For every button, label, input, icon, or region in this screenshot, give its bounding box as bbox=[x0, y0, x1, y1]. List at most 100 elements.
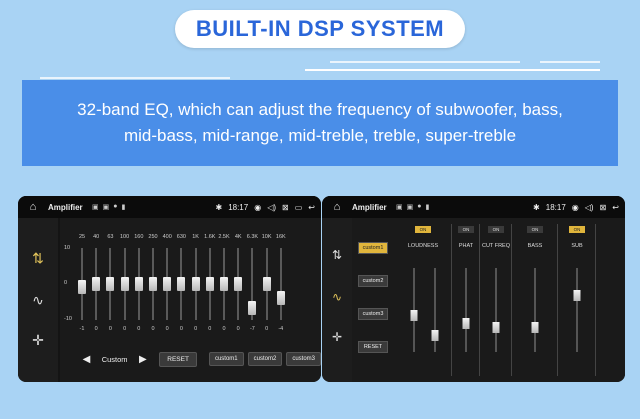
toggle-on-button[interactable]: ON bbox=[527, 226, 543, 233]
waveform-icon[interactable]: ∿ bbox=[28, 290, 48, 310]
scale-label: 0 bbox=[64, 280, 68, 286]
band-slider-knob[interactable] bbox=[106, 277, 115, 291]
volume-icon[interactable]: ◁) bbox=[267, 203, 276, 212]
band-value-label: -4 bbox=[278, 326, 284, 332]
band-value-label: 0 bbox=[151, 326, 155, 332]
band-frequency-label: 2.5K bbox=[218, 234, 230, 240]
bluetooth-icon: ✱ bbox=[215, 202, 223, 212]
custom2-button[interactable]: custom2 bbox=[358, 275, 388, 287]
band-slider-knob[interactable] bbox=[248, 300, 257, 315]
volume-icon[interactable]: ◁) bbox=[585, 203, 594, 212]
band-slider-knob[interactable] bbox=[177, 277, 186, 291]
column-label: SUB bbox=[571, 243, 583, 249]
band-value-label: 0 bbox=[236, 326, 240, 332]
custom3-button[interactable]: custom3 bbox=[286, 352, 321, 366]
feature-banner: 32-band EQ, which can adjust the frequen… bbox=[22, 80, 618, 166]
band-slider-knob[interactable] bbox=[234, 277, 243, 291]
status-bar: ⌂ Amplifier ▣ ▣ ● ▮ ✱ 18:17 ◉ ◁) ⊠ ↩ bbox=[322, 196, 625, 218]
band-slider-knob[interactable] bbox=[120, 277, 129, 291]
band-value-label: 0 bbox=[194, 326, 198, 332]
app-title: Amplifier bbox=[48, 202, 83, 212]
band-slider-knob[interactable] bbox=[220, 277, 228, 291]
band-slider-knob[interactable] bbox=[191, 277, 200, 291]
control-slider-knob[interactable] bbox=[431, 330, 439, 341]
band-frequency-label: 4K bbox=[234, 234, 242, 240]
toggle-on-button[interactable]: ON bbox=[415, 226, 431, 233]
band-value-label: 0 bbox=[123, 326, 127, 332]
control-slider-knob[interactable] bbox=[573, 290, 581, 301]
control-slider-track[interactable] bbox=[576, 268, 578, 352]
band-slider-knob[interactable] bbox=[276, 290, 285, 305]
preset-name: Custom bbox=[101, 354, 128, 364]
speaker-balance-icon[interactable]: ✛ bbox=[328, 330, 346, 348]
toggle-on-button[interactable]: ON bbox=[458, 226, 474, 233]
home-icon[interactable]: ⌂ bbox=[322, 201, 352, 213]
band-slider-knob[interactable] bbox=[134, 277, 143, 291]
reset-button[interactable]: RESET bbox=[358, 341, 388, 353]
next-preset-button[interactable]: ▶ bbox=[136, 354, 149, 365]
band-value-label: 0 bbox=[179, 326, 183, 332]
band-frequency-label: 1K bbox=[192, 234, 199, 240]
window-icon[interactable]: ▭ bbox=[295, 203, 303, 212]
equalizer-icon[interactable]: ⇅ bbox=[28, 248, 48, 268]
band-value-label: 0 bbox=[108, 326, 112, 332]
prev-preset-button[interactable]: ◀ bbox=[80, 354, 93, 365]
band-value-label: 0 bbox=[165, 326, 169, 332]
preset-row: ◀ Custom ▶ RESET custom1 custom2 custom3 bbox=[60, 346, 321, 372]
back-icon[interactable]: ↩ bbox=[308, 203, 315, 212]
toggle-on-button[interactable]: ON bbox=[488, 226, 504, 233]
banner-line-1: 32-band EQ, which can adjust the frequen… bbox=[77, 100, 563, 119]
band-value-label: 0 bbox=[265, 326, 269, 332]
app-title: Amplifier bbox=[352, 202, 387, 212]
close-box-icon[interactable]: ⊠ bbox=[600, 203, 607, 212]
band-frequency-label: 400 bbox=[162, 234, 172, 240]
amplifier-screen: ⌂ Amplifier ▣ ▣ ● ▮ ✱ 18:17 ◉ ◁) ⊠ ↩ ⇅ ∿ ✛ … bbox=[322, 196, 625, 382]
band-frequency-label: 160 bbox=[134, 234, 144, 240]
control-slider-knob[interactable] bbox=[462, 318, 470, 329]
band-value-label: -1 bbox=[79, 326, 85, 332]
home-icon[interactable]: ⌂ bbox=[18, 201, 48, 213]
bluetooth-icon: ✱ bbox=[533, 202, 540, 212]
band-slider-knob[interactable] bbox=[92, 277, 101, 291]
status-bar: ⌂ Amplifier ▣ ▣ ● ▮ ✱ 18:17 ◉ ◁) ⊠ ▭ ↩ bbox=[18, 196, 321, 218]
camera-icon[interactable]: ◉ bbox=[254, 203, 261, 212]
toggle-on-button[interactable]: ON bbox=[569, 226, 585, 233]
band-value-label: 0 bbox=[137, 326, 141, 332]
band-slider-knob[interactable] bbox=[262, 277, 271, 291]
close-box-icon[interactable]: ⊠ bbox=[282, 203, 289, 212]
control-slider-knob[interactable] bbox=[531, 322, 539, 333]
time: 18:17 bbox=[228, 202, 249, 212]
back-icon[interactable]: ↩ bbox=[612, 203, 619, 212]
band-frequency-label: 100 bbox=[120, 234, 130, 240]
control-slider-track[interactable] bbox=[495, 268, 497, 352]
band-value-label: 0 bbox=[208, 326, 212, 332]
waveform-icon[interactable]: ∿ bbox=[328, 290, 346, 308]
sidebar: ⇅ ∿ ✛ bbox=[18, 218, 58, 382]
amplifier-controls: ON LOUDNESS ON PHAT ON CUT FREQ ON BASS ON SUB bbox=[394, 218, 625, 382]
camera-icon[interactable]: ◉ bbox=[572, 203, 579, 212]
custom3-button[interactable]: custom3 bbox=[358, 308, 388, 320]
control-slider-knob[interactable] bbox=[492, 322, 500, 333]
band-frequency-label: 1.6K bbox=[204, 234, 216, 240]
band-frequency-label: 16K bbox=[275, 234, 286, 240]
band-slider-track[interactable] bbox=[279, 248, 282, 320]
column-label: LOUDNESS bbox=[407, 243, 439, 249]
control-slider-knob[interactable] bbox=[410, 310, 418, 321]
custom2-button[interactable]: custom2 bbox=[247, 352, 283, 366]
band-frequency-label: 40 bbox=[93, 234, 100, 240]
sidebar: ⇅ ∿ ✛ bbox=[322, 218, 352, 382]
custom1-button[interactable]: custom1 bbox=[208, 352, 244, 366]
band-slider-knob[interactable] bbox=[149, 277, 157, 291]
speaker-balance-icon[interactable]: ✛ bbox=[28, 330, 48, 350]
band-slider-knob[interactable] bbox=[205, 277, 214, 291]
equalizer-icon[interactable]: ⇅ bbox=[328, 248, 346, 266]
custom1-button[interactable]: custom1 bbox=[358, 242, 388, 254]
control-slider-track[interactable] bbox=[534, 268, 536, 352]
band-slider-knob[interactable] bbox=[78, 280, 86, 295]
band-slider-knob[interactable] bbox=[163, 277, 172, 291]
band-value-label: 0 bbox=[94, 326, 98, 332]
band-frequency-label: 25 bbox=[78, 234, 86, 240]
reset-button[interactable]: RESET bbox=[159, 351, 197, 367]
control-slider-track[interactable] bbox=[465, 268, 467, 352]
scale-label: 10 bbox=[64, 245, 71, 251]
